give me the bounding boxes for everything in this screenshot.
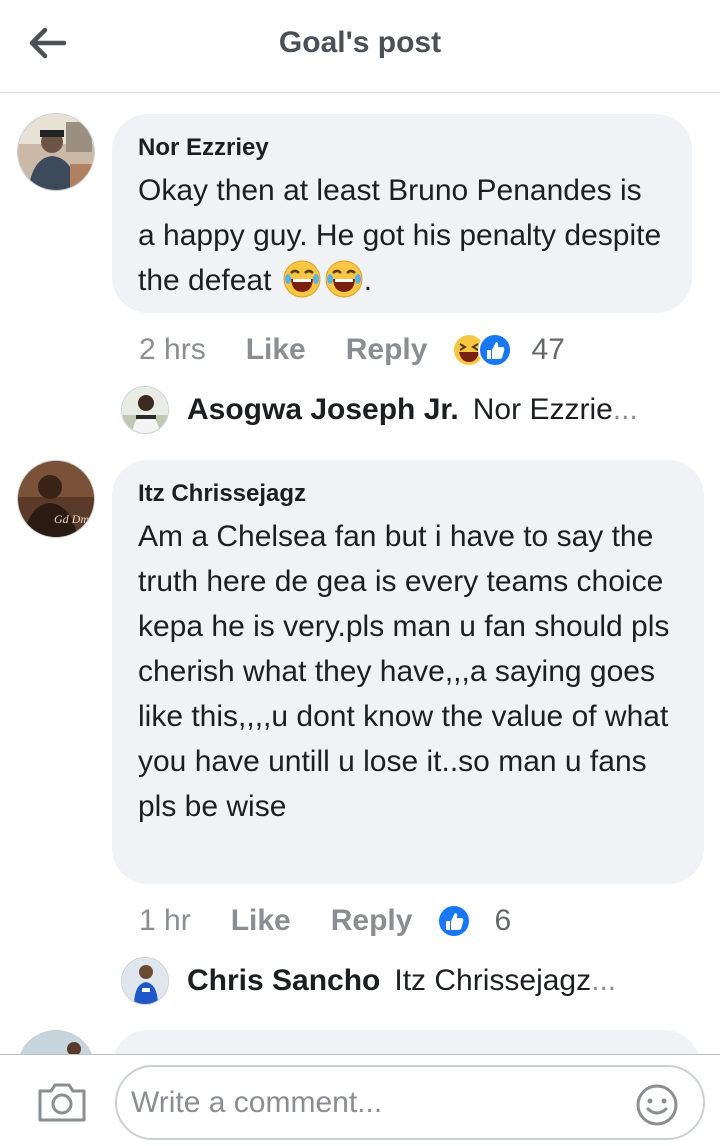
- reply-author: Chris Sancho: [187, 964, 381, 997]
- avatar[interactable]: [17, 1030, 95, 1054]
- comment-timestamp[interactable]: 2 hrs: [139, 333, 206, 367]
- top-bar: Goal's post: [0, 0, 720, 93]
- comment-composer: [0, 1054, 720, 1146]
- comment-text: Am a Chelsea fan but i have to say the t…: [138, 520, 670, 823]
- comments-list[interactable]: Nor Ezzriey Okay then at least Bruno Pen…: [0, 94, 720, 1054]
- laughing-emoji-icon: [282, 259, 322, 299]
- reply-author: Asogwa Joseph Jr.: [187, 393, 459, 426]
- reaction-count: 6: [494, 904, 512, 937]
- page-title: Goal's post: [278, 26, 442, 59]
- camera-icon[interactable]: [36, 1081, 88, 1123]
- comment-input-box: [115, 1065, 705, 1140]
- like-button[interactable]: Like: [231, 904, 291, 938]
- reaction-summary[interactable]: 6: [436, 903, 511, 939]
- svg-text:Gd Dm: Gd Dm: [54, 512, 89, 526]
- reply-preview[interactable]: Asogwa Joseph Jr. Nor Ezzrie...: [121, 385, 638, 435]
- reply-preview[interactable]: Chris Sancho Itz Chrissejagz...: [121, 956, 616, 1006]
- comment-timestamp[interactable]: 1 hr: [139, 904, 191, 938]
- comment-input[interactable]: [131, 1081, 611, 1125]
- reply-button[interactable]: Reply: [331, 904, 413, 938]
- comment-bubble[interactable]: Nor Ezzriey Okay then at least Bruno Pen…: [112, 114, 692, 313]
- comment-text: Okay then at least Bruno Penandes is a h…: [138, 168, 666, 303]
- avatar[interactable]: [17, 113, 95, 191]
- comment-bubble[interactable]: [112, 1030, 700, 1054]
- like-reaction-icon: [437, 904, 472, 938]
- comment-author[interactable]: Itz Chrissejagz: [138, 478, 678, 510]
- avatar: [121, 386, 169, 434]
- comment-actions: 2 hrs Like Reply 47: [139, 330, 565, 370]
- reaction-count: 47: [531, 333, 565, 366]
- like-button[interactable]: Like: [246, 333, 306, 367]
- avatar: [121, 957, 169, 1005]
- reply-snippet: Itz Chrissejagz...: [394, 964, 617, 997]
- reply-button[interactable]: Reply: [346, 333, 428, 367]
- avatar[interactable]: Gd Dm: [17, 460, 95, 538]
- comment-bubble[interactable]: Itz Chrissejagz Am a Chelsea fan but i h…: [112, 460, 704, 884]
- haha-like-reactions-icon: [452, 333, 513, 367]
- emoji-smile-icon[interactable]: [635, 1083, 679, 1127]
- reply-snippet: Nor Ezzrie...: [472, 393, 638, 426]
- laughing-emoji-icon: [324, 259, 364, 299]
- reaction-summary[interactable]: 47: [451, 332, 565, 368]
- comment-author[interactable]: Nor Ezzriey: [138, 132, 666, 164]
- comment-actions: 1 hr Like Reply 6: [139, 901, 511, 941]
